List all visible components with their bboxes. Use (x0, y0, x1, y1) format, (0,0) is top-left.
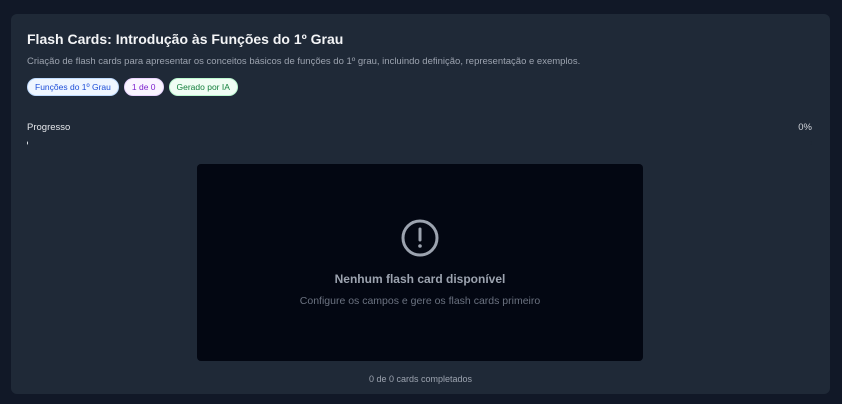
ai-generated-badge: Gerado por IA (168, 78, 238, 96)
page-description: Criação de flash cards para apresentar o… (27, 56, 581, 67)
empty-state-subtitle: Configure os campos e gere os flash card… (299, 295, 541, 307)
badge-row: Funções do 1º Grau 1 de 0 Gerado por IA (27, 78, 238, 96)
progress-label: Progresso (27, 122, 71, 133)
progress-percent: 0% (798, 122, 812, 133)
progress-bar-fill (27, 141, 28, 145)
flashcards-panel: Flash Cards: Introdução às Funções do 1º… (11, 14, 830, 394)
alert-circle-icon (401, 219, 439, 257)
empty-state-title: Nenhum flash card disponível (334, 272, 506, 286)
count-badge: 1 de 0 (123, 78, 164, 96)
flash-card-area: Nenhum flash card disponível Configure o… (197, 164, 643, 361)
progress-bar (27, 141, 812, 145)
cards-completed-text: 0 de 0 cards completados (368, 374, 473, 384)
page-title: Flash Cards: Introdução às Funções do 1º… (27, 31, 344, 47)
topic-badge: Funções do 1º Grau (27, 78, 119, 96)
